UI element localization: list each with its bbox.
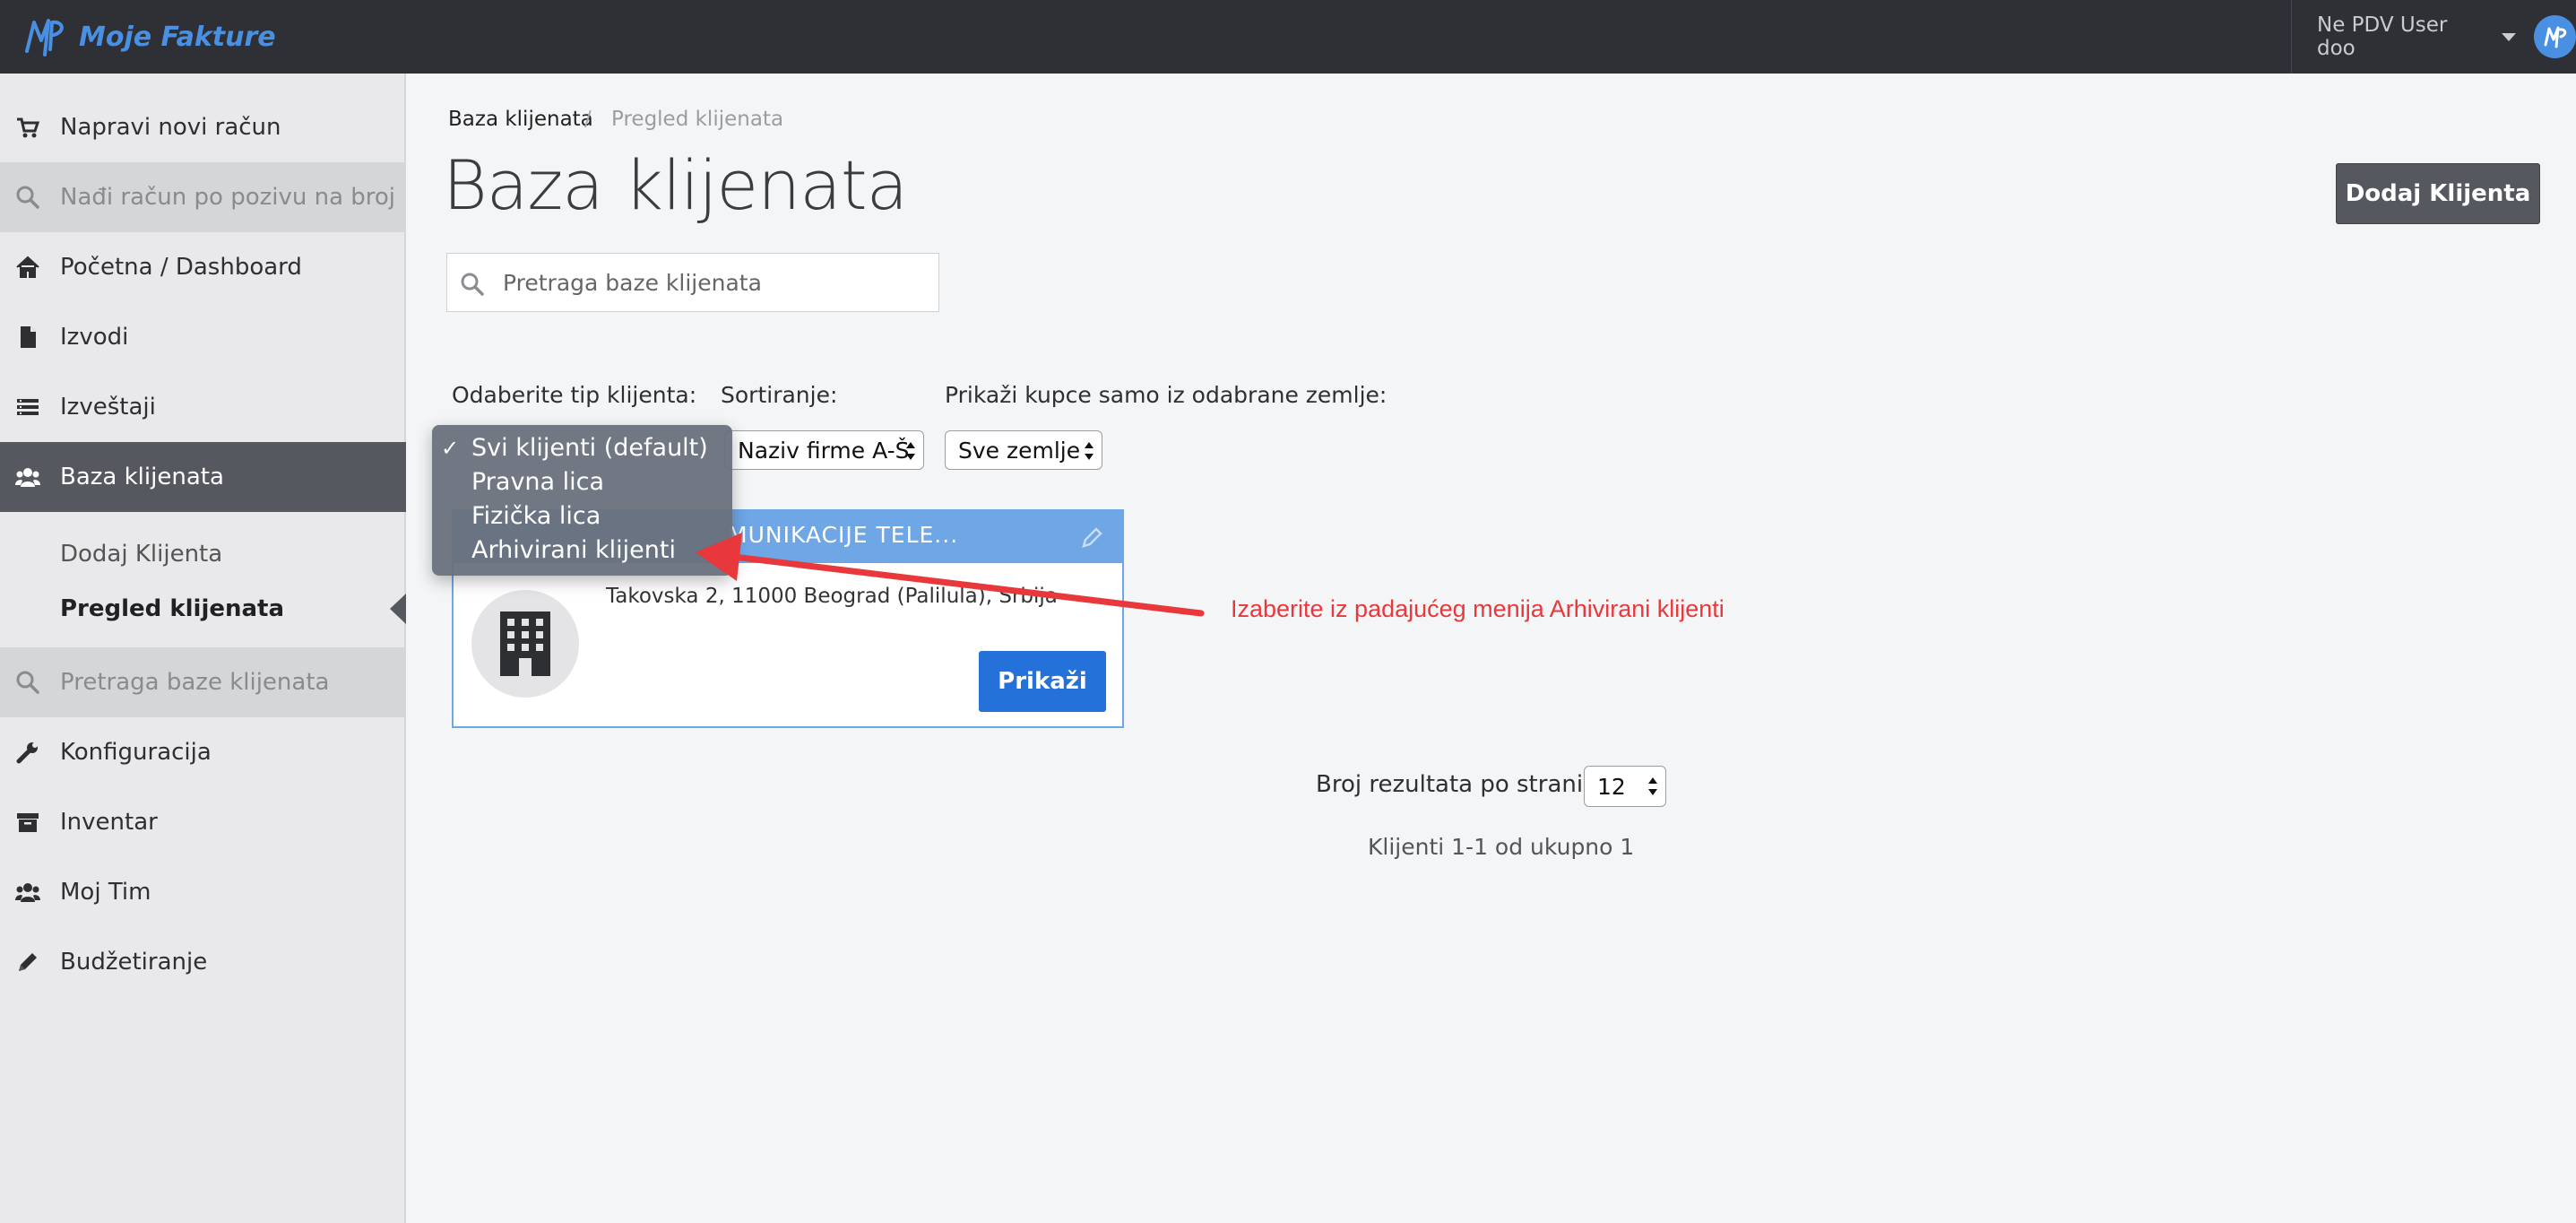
logo-mark-icon [25,19,64,56]
search-icon [461,273,484,296]
active-page-pointer [390,594,406,624]
per-page-select[interactable]: 12 [1584,766,1666,807]
per-page-value: 12 [1597,773,1626,800]
cart-icon [17,117,40,138]
search-icon [16,186,39,209]
sidebar-item-inventory[interactable]: Inventar [0,787,406,857]
sidebar-item-find-invoice[interactable]: Nađi račun po pozivu na broj [0,162,406,232]
user-menu[interactable]: Ne PDV User doo [2291,0,2576,74]
select-arrows-icon [1648,777,1657,795]
company-avatar [471,590,579,698]
sort-select[interactable]: Naziv firme A-Š [724,430,924,470]
results-count: Klijenti 1-1 od ukupno 1 [1368,834,1635,860]
sidebar-item-reports[interactable]: Izveštaji [0,372,406,442]
sidebar-item-label: Napravi novi račun [60,114,281,141]
sidebar-subitem-client-overview[interactable]: Pregled klijenata [60,595,284,622]
breadcrumb-separator: / [584,108,592,131]
user-name: Ne PDV User doo [2317,13,2448,60]
client-search-box[interactable] [446,253,939,312]
sidebar-item-label: Početna / Dashboard [60,254,302,281]
chevron-down-icon [2502,32,2517,41]
sidebar-item-configuration[interactable]: Konfiguracija [0,717,406,787]
app-name: Moje Fakture [79,21,276,53]
archive-icon [17,813,39,832]
country-select[interactable]: Sve zemlje [945,430,1102,470]
show-client-button[interactable]: Prikaži [979,651,1106,712]
sidebar-item-label: Izvodi [60,324,129,351]
select-arrows-icon [1085,442,1094,460]
pencil-icon [19,953,37,971]
sidebar-subitem-add-client[interactable]: Dodaj Klijenta [60,541,222,568]
sidebar-item-label: Nađi račun po pozivu na broj [60,184,396,211]
sidebar-item-label: Konfiguracija [60,739,212,766]
users-icon [15,883,40,902]
sidebar-item-my-team[interactable]: Moj Tim [0,857,406,927]
top-bar: Moje Fakture Ne PDV User doo [0,0,2576,74]
sidebar-item-clients[interactable]: Baza klijenata [0,442,406,512]
dropdown-option-legal-entities[interactable]: Pravna lica [471,468,604,496]
page-title: Baza klijenata [443,145,908,225]
sidebar-item-label: Budžetiranje [60,949,208,976]
sidebar-item-new-invoice[interactable]: Napravi novi račun [0,92,406,162]
client-type-dropdown[interactable]: ✓ Svi klijenti (default) Pravna lica Fiz… [432,425,732,576]
pencil-edit-icon[interactable] [1081,525,1104,549]
dropdown-option-individuals[interactable]: Fizička lica [471,502,601,530]
client-type-label: Odaberite tip klijenta: [452,382,697,408]
breadcrumb-current: Pregled klijenata [611,108,784,131]
country-select-value: Sve zemlje [958,437,1081,464]
users-icon [15,468,40,487]
sidebar-item-label: Baza klijenata [60,464,224,490]
sidebar: Napravi novi račun Nađi račun po pozivu … [0,74,406,1223]
sidebar-item-label: Inventar [60,809,158,836]
sidebar-item-budgeting[interactable]: Budžetiranje [0,927,406,997]
dropdown-option-all-clients[interactable]: Svi klijenti (default) [471,434,708,462]
annotation-text: Izaberite iz padajućeg menija Arhivirani… [1231,595,1725,622]
search-icon [16,671,39,694]
select-arrows-icon [906,442,915,460]
per-page-label: Broj rezultata po stranici [1316,771,1603,798]
app-logo[interactable]: Moje Fakture [22,7,276,66]
avatar[interactable] [2534,15,2576,58]
dropdown-option-archived-clients[interactable]: Arhivirani klijenti [471,536,676,564]
client-name: MUNIKACIJE TELE... [728,522,959,548]
sidebar-item-label: Moj Tim [60,879,151,906]
sidebar-item-statements[interactable]: Izvodi [0,302,406,372]
client-address: Takovska 2, 11000 Beograd (Palilula), Sr… [606,585,1058,608]
add-client-button[interactable]: Dodaj Klijenta [2336,163,2540,224]
wrench-icon [16,742,38,764]
sidebar-item-label: Izveštaji [60,394,156,421]
sidebar-item-dashboard[interactable]: Početna / Dashboard [0,232,406,302]
building-icon [500,612,550,676]
sort-select-value: Naziv firme A-Š [738,437,910,464]
avatar-logo-icon [2544,26,2566,48]
home-icon [16,256,39,278]
list-icon [17,399,39,415]
sidebar-item-label: Pretraga baze klijenata [60,669,330,696]
country-filter-label: Prikaži kupce samo iz odabrane zemlje: [945,382,1387,408]
breadcrumb-clients-link[interactable]: Baza klijenata [448,108,593,131]
sidebar-item-client-search[interactable]: Pretraga baze klijenata [0,647,406,717]
file-icon [21,326,36,348]
checkmark-icon: ✓ [441,436,460,461]
search-input[interactable] [503,263,924,302]
sort-label: Sortiranje: [721,382,838,408]
